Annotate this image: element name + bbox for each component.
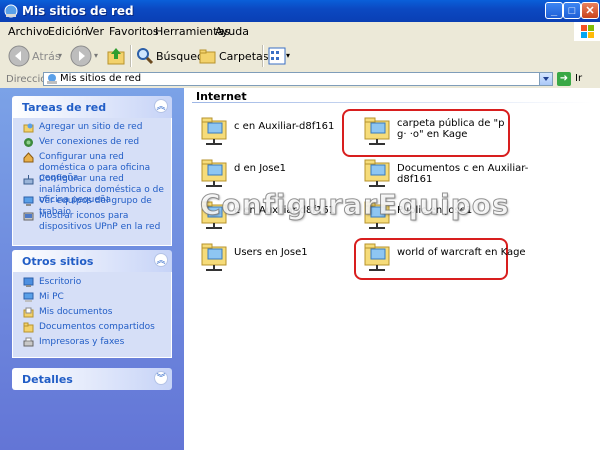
shared-folder-icon <box>364 243 390 271</box>
views-icon[interactable] <box>268 47 286 65</box>
network-tasks-title: Tareas de red <box>22 101 107 114</box>
windows-logo-icon <box>574 22 600 41</box>
network-share-item[interactable]: carpeta pública de "p g· ·o" en Kage <box>363 113 533 147</box>
add-network-place-icon <box>23 123 34 133</box>
shared-folder-icon <box>201 201 227 229</box>
task-pane: Tareas de red ︽ Agregar un sitio de red … <box>0 88 184 450</box>
network-share-item[interactable]: world of warcraft en Kage <box>363 239 526 273</box>
address-field[interactable]: Mis sitios de red <box>43 72 553 86</box>
workgroup-computers-icon <box>23 196 34 206</box>
menu-ayuda[interactable]: Ayuda <box>215 25 249 38</box>
network-share-item[interactable]: e en Auxiliar-d8f161 <box>200 197 360 231</box>
collapse-chevron-icon[interactable]: ︽ <box>154 99 168 113</box>
network-connections-icon <box>24 138 33 147</box>
go-arrow-icon[interactable]: ➜ <box>557 72 571 86</box>
other-places-header[interactable]: Otros sitios ︽ <box>12 250 172 272</box>
share-name: carpeta pública de "p g· ·o" en Kage <box>397 118 505 140</box>
shared-folder-icon <box>201 243 227 271</box>
window-title: Mis sitios de red <box>22 4 134 18</box>
shared-documents-icon <box>23 322 34 333</box>
network-share-item[interactable]: Documentos c en Auxiliar-d8f161 <box>363 155 563 189</box>
details-panel: Detalles ︾ <box>12 368 172 390</box>
other-places-panel: Otros sitios ︽ Escritorio Mi PC Mis docu… <box>12 250 172 358</box>
folders-icon[interactable] <box>199 47 217 65</box>
network-places-icon <box>4 4 18 18</box>
network-share-item[interactable]: d en Jose1 <box>200 155 360 189</box>
address-value: Mis sitios de red <box>60 73 142 84</box>
shared-folder-icon <box>364 201 390 229</box>
folder-up-icon[interactable] <box>106 46 126 66</box>
minimize-button[interactable]: _ <box>545 2 563 19</box>
upnp-device-icon <box>23 212 34 221</box>
back-arrow-icon[interactable] <box>8 45 30 67</box>
maximize-button[interactable]: □ <box>563 2 581 19</box>
forward-arrow-icon[interactable] <box>70 45 92 67</box>
address-dropdown-icon[interactable] <box>539 73 552 85</box>
share-name: c en Auxiliar-d8f161 <box>234 121 335 132</box>
shared-folder-icon <box>201 117 227 145</box>
share-name: Users en Jose1 <box>234 247 308 258</box>
desktop-icon <box>23 277 34 287</box>
expand-chevron-icon[interactable]: ︾ <box>154 371 168 385</box>
details-title: Detalles <box>22 373 73 386</box>
views-dropdown-icon[interactable]: ▾ <box>286 51 290 60</box>
other-places-title: Otros sitios <box>22 255 94 268</box>
address-bar: Dirección Mis sitios de red ➜ Ir <box>0 71 600 88</box>
my-computer-icon <box>23 292 34 302</box>
network-share-item[interactable]: c en Auxiliar-d8f161 <box>200 113 360 147</box>
share-name: world of warcraft en Kage <box>397 247 526 258</box>
menu-ver[interactable]: Ver <box>86 25 104 38</box>
share-name: Documentos c en Auxiliar-d8f161 <box>397 163 529 185</box>
network-tasks-header[interactable]: Tareas de red ︽ <box>12 96 172 118</box>
go-button-label[interactable]: Ir <box>575 73 582 84</box>
home-network-icon <box>23 152 34 163</box>
content-pane: Internet c en Auxiliar-d8f161 d en Jose1… <box>184 88 600 450</box>
shared-folder-icon <box>201 159 227 187</box>
shared-folder-icon <box>364 159 390 187</box>
back-dropdown-icon[interactable]: ▾ <box>58 51 62 60</box>
details-header[interactable]: Detalles ︾ <box>12 368 172 390</box>
close-button[interactable]: ✕ <box>581 2 599 19</box>
shared-folder-icon <box>364 117 390 145</box>
menu-archivo[interactable]: Archivo <box>8 25 49 38</box>
share-name: d en Jose1 <box>234 163 286 174</box>
collapse-chevron-icon[interactable]: ︽ <box>154 253 168 267</box>
network-tasks-panel: Tareas de red ︽ Agregar un sitio de red … <box>12 96 172 246</box>
my-documents-icon <box>23 307 34 318</box>
toolbar: Atrás ▾ ▾ Búsqueda Carpetas ▾ <box>0 41 600 72</box>
network-share-item[interactable]: Public en Jose1 <box>363 197 523 231</box>
network-places-icon <box>47 74 57 84</box>
wireless-network-icon <box>23 175 34 185</box>
title-bar[interactable]: Mis sitios de red _ □ ✕ <box>0 0 600 22</box>
search-icon[interactable] <box>136 47 154 65</box>
back-button-label[interactable]: Atrás <box>32 50 61 63</box>
menu-edicion[interactable]: Edición <box>48 25 88 38</box>
forward-dropdown-icon[interactable]: ▾ <box>94 51 98 60</box>
printer-icon <box>23 337 34 347</box>
share-name: Public en Jose1 <box>397 205 473 216</box>
menu-bar: Archivo Edición Ver Favoritos Herramient… <box>0 22 600 42</box>
network-share-item[interactable]: Users en Jose1 <box>200 239 360 273</box>
group-divider <box>192 102 592 103</box>
share-name: e en Auxiliar-d8f161 <box>234 205 335 216</box>
menu-favoritos[interactable]: Favoritos <box>109 25 159 38</box>
